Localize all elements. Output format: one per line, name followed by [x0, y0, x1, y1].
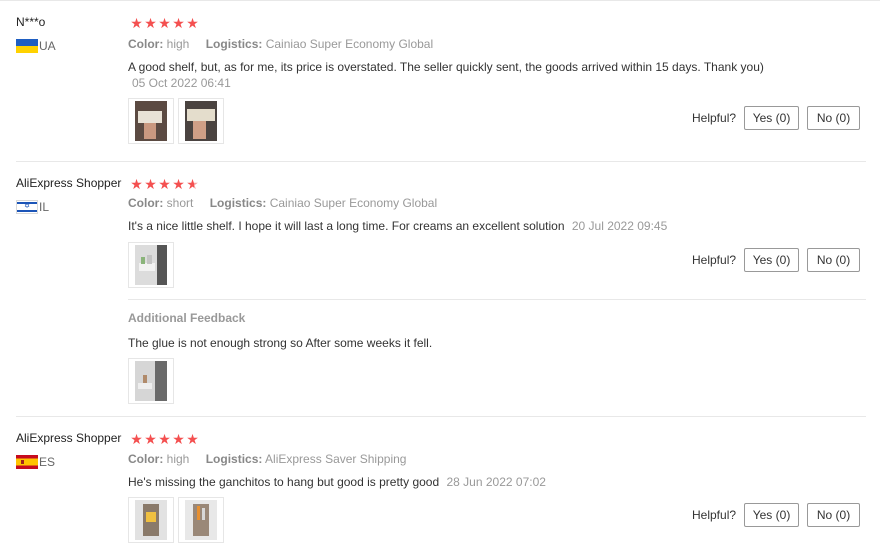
israel-flag-icon: ✡ [16, 200, 38, 214]
review-image-thumbnail[interactable] [178, 497, 224, 543]
half-star-icon: ★ [186, 176, 199, 192]
review-images [128, 98, 224, 144]
top-divider [0, 0, 880, 1]
helpful-no-button[interactable]: No (0) [807, 106, 861, 130]
helpful-controls: Helpful? Yes (0) No (0) [692, 106, 861, 130]
star-icon: ★ [130, 431, 143, 447]
color-value: high [166, 37, 190, 51]
reviewer-name: AliExpress Shopper [16, 431, 122, 445]
review-divider [16, 416, 866, 417]
star-icon: ★ [144, 176, 157, 192]
helpful-yes-button[interactable]: Yes (0) [744, 503, 800, 527]
star-icon: ★ [172, 15, 185, 31]
photo-shelf-bottles [185, 500, 217, 540]
review-date: 20 Jul 2022 09:45 [571, 219, 668, 233]
review-date: 28 Jun 2022 07:02 [446, 475, 546, 489]
photo-shelf-wall [135, 245, 167, 285]
review-image-thumbnail[interactable] [128, 98, 174, 144]
review-image-thumbnail[interactable] [128, 497, 174, 543]
review-divider [16, 161, 866, 162]
helpful-no-button[interactable]: No (0) [807, 248, 861, 272]
feedback-divider [128, 299, 866, 300]
color-label: Color: [128, 452, 164, 466]
star-icon: ★ [172, 431, 185, 447]
reviewer-name: AliExpress Shopper [16, 176, 122, 190]
review-text-line: He's missing the ganchitos to hang but g… [128, 475, 546, 489]
review-text: A good shelf, but, as for me, its price … [128, 60, 764, 74]
star-rating: ★ ★ ★ ★ ★ [130, 432, 199, 446]
star-icon: ★ [172, 176, 185, 192]
star-icon: ★ [144, 15, 157, 31]
logistics-label: Logistics: [209, 196, 267, 210]
additional-feedback-images [128, 358, 174, 404]
helpful-yes-button[interactable]: Yes (0) [744, 106, 800, 130]
star-icon: ★ [130, 176, 143, 192]
helpful-no-button[interactable]: No (0) [807, 503, 861, 527]
photo-shelf-fallen [135, 361, 167, 401]
logistics-value: AliExpress Saver Shipping [265, 452, 407, 466]
star-icon: ★ [158, 176, 171, 192]
helpful-label: Helpful? [692, 508, 737, 522]
photo-shelf-bottles [135, 500, 167, 540]
reviewer-country: UA [16, 39, 56, 53]
logistics-label: Logistics: [205, 452, 263, 466]
review-item: AliExpress Shopper ES ★ ★ ★ ★ ★ Color: h… [0, 431, 880, 556]
review-image-thumbnail[interactable] [128, 358, 174, 404]
review-text-line: It's a nice little shelf. I hope it will… [128, 219, 667, 233]
helpful-controls: Helpful? Yes (0) No (0) [692, 248, 861, 272]
color-label: Color: [128, 196, 164, 210]
review-date: 05 Oct 2022 06:41 [132, 76, 231, 90]
additional-feedback-title: Additional Feedback [128, 311, 246, 325]
review-meta: Color: high Logistics: AliExpress Saver … [128, 452, 406, 466]
review-image-thumbnail[interactable] [128, 242, 174, 288]
review-item: AliExpress Shopper ✡ IL ★ ★ ★ ★ ★ Color:… [0, 176, 880, 416]
helpful-controls: Helpful? Yes (0) No (0) [692, 503, 861, 527]
helpful-label: Helpful? [692, 253, 737, 267]
review-images [128, 242, 174, 288]
review-item: N***o UA ★ ★ ★ ★ ★ Color: high Logistics… [0, 15, 880, 155]
photo-shelf-hand [135, 101, 167, 141]
color-label: Color: [128, 37, 164, 51]
additional-feedback-text: The glue is not enough strong so After s… [128, 336, 433, 350]
star-icon: ★ [158, 431, 171, 447]
review-meta: Color: short Logistics: Cainiao Super Ec… [128, 196, 437, 210]
color-value: high [166, 452, 190, 466]
star-icon: ★ [158, 15, 171, 31]
star-icon: ★ [186, 431, 199, 447]
ukraine-flag-icon [16, 39, 38, 53]
country-code: ES [39, 455, 56, 469]
reviewer-country: ✡ IL [16, 200, 49, 214]
photo-shelf-hand [185, 101, 217, 141]
helpful-yes-button[interactable]: Yes (0) [744, 248, 800, 272]
logistics-value: Cainiao Super Economy Global [265, 37, 434, 51]
review-text: He's missing the ganchitos to hang but g… [128, 475, 440, 489]
star-icon: ★ [144, 431, 157, 447]
reviewer-country: ES [16, 455, 55, 469]
logistics-label: Logistics: [205, 37, 263, 51]
logistics-value: Cainiao Super Economy Global [269, 196, 438, 210]
review-image-thumbnail[interactable] [178, 98, 224, 144]
star-icon: ★ [186, 15, 199, 31]
review-images [128, 497, 224, 543]
country-code: UA [39, 39, 56, 53]
star-icon: ★ [130, 15, 143, 31]
review-meta: Color: high Logistics: Cainiao Super Eco… [128, 37, 433, 51]
review-text: It's a nice little shelf. I hope it will… [128, 219, 565, 233]
country-code: IL [39, 200, 50, 214]
reviewer-name: N***o [16, 15, 46, 29]
spain-flag-icon [16, 455, 38, 469]
helpful-label: Helpful? [692, 111, 737, 125]
star-rating: ★ ★ ★ ★ ★ [130, 16, 199, 30]
color-value: short [166, 196, 194, 210]
star-rating: ★ ★ ★ ★ ★ [130, 177, 199, 191]
